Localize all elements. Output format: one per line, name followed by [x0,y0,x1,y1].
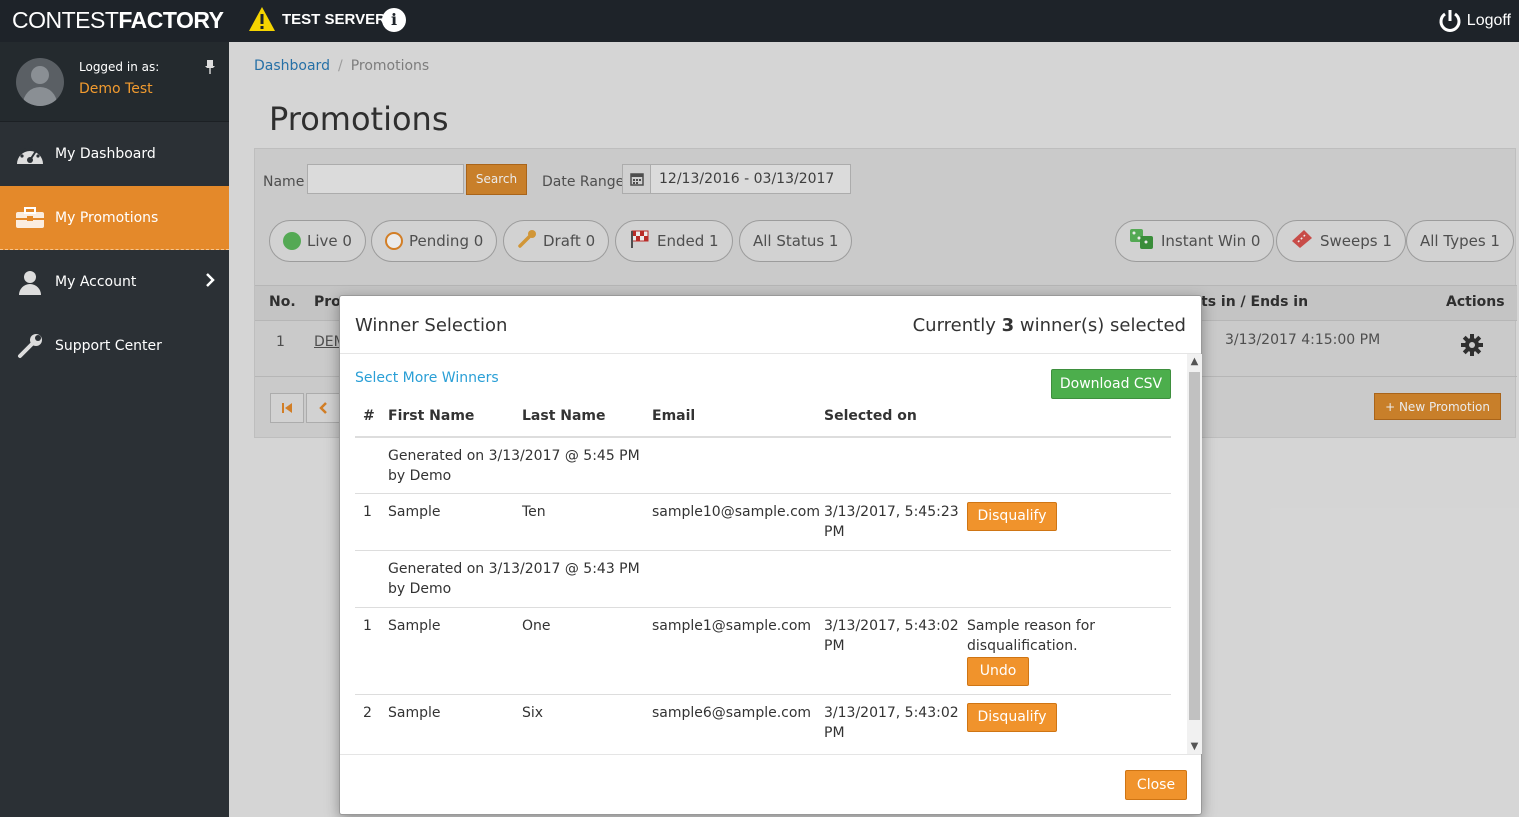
winner-selection-modal: Winner Selection Currently 3 winner(s) s… [339,295,1202,815]
logged-in-label: Logged in as: [79,60,160,74]
wrench-icon [15,333,45,359]
close-button[interactable]: Close [1125,770,1187,800]
power-icon [1439,10,1461,32]
select-more-winners-link[interactable]: Select More Winners [355,370,499,386]
sidebar-item-label: My Account [55,274,137,290]
download-csv-button[interactable]: Download CSV [1051,369,1171,399]
top-bar: CONTESTFACTORY TEST SERVER i Logoff [0,0,1519,42]
contestfactory-logo[interactable]: CONTESTFACTORY [12,7,224,34]
modal-title: Winner Selection [355,315,508,336]
table-row: 1 Sample One sample1@sample.com 3/13/201… [355,607,1171,694]
scroll-down-icon[interactable]: ▼ [1187,741,1202,752]
sidebar-item-account[interactable]: My Account [0,250,229,314]
test-server-label: TEST SERVER [282,10,386,28]
disqualify-button[interactable]: Disqualify [967,703,1057,732]
scroll-up-icon[interactable]: ▲ [1187,356,1202,367]
group-header: Generated on 3/13/2017 @ 5:45 PM by Demo [355,436,1171,493]
warning-icon [249,7,275,31]
info-icon[interactable]: i [382,8,406,32]
table-row: 2 Sample Six sample6@sample.com 3/13/201… [355,694,1171,754]
col-email: Email [652,408,696,424]
modal-body: Select More Winners Download CSV # First… [340,354,1188,754]
group-header: Generated on 3/13/2017 @ 5:43 PM by Demo [355,550,1171,607]
user-icon [15,269,45,295]
sidebar-item-dashboard[interactable]: My Dashboard [0,122,229,186]
avatar [16,58,64,106]
disqualification-reason: Sample reason for [967,618,1096,634]
dashboard-icon [15,141,45,167]
modal-footer: Close [340,754,1201,815]
col-last-name: Last Name [522,408,606,424]
briefcase-icon [15,205,45,231]
table-row: 1 Sample Ten sample10@sample.com 3/13/20… [355,493,1171,550]
test-server-indicator: TEST SERVER [248,6,386,32]
col-num: # [363,408,375,424]
sidebar: Logged in as: Demo Test My Dashboard My … [0,42,229,817]
modal-header: Winner Selection Currently 3 winner(s) s… [340,296,1201,354]
modal-scrollbar[interactable]: ▲ ▼ [1187,354,1202,754]
logged-in-user[interactable]: Demo Test [79,81,153,97]
sidebar-item-promotions[interactable]: My Promotions [0,186,229,250]
pin-icon[interactable] [204,60,216,78]
chevron-right-icon[interactable] [205,272,215,292]
col-selected-on: Selected on [824,408,917,424]
scrollbar-thumb[interactable] [1189,372,1200,720]
sidebar-item-support[interactable]: Support Center [0,314,229,378]
logoff-button[interactable]: Logoff [1437,8,1511,34]
sidebar-item-label: Support Center [55,338,162,354]
col-first-name: First Name [388,408,475,424]
disqualify-button[interactable]: Disqualify [967,502,1057,531]
winners-selected-count: Currently 3 winner(s) selected [912,315,1186,336]
user-panel: Logged in as: Demo Test [0,42,229,122]
undo-button[interactable]: Undo [967,657,1029,686]
sidebar-item-label: My Dashboard [55,146,156,162]
sidebar-item-label: My Promotions [55,209,159,226]
